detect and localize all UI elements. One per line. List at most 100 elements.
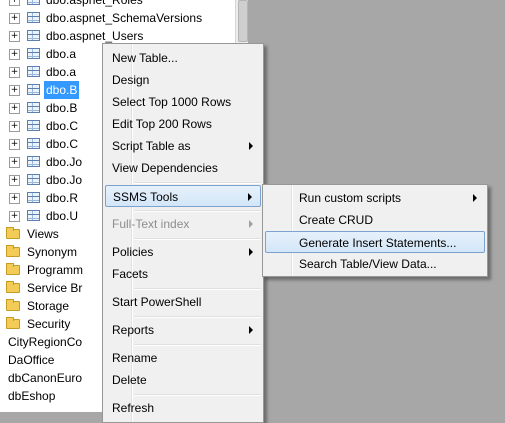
folder-icon <box>6 317 20 329</box>
tree-node-label: dbo.Jo <box>46 155 83 169</box>
menu-item-ssms-tools[interactable]: SSMS Tools <box>105 185 261 207</box>
menu-item-label: Design <box>112 73 150 87</box>
submenu-arrow-icon <box>249 248 253 256</box>
menu-item-label: Edit Top 200 Rows <box>112 117 212 131</box>
tree-node-label: dbo.B <box>44 81 80 99</box>
menu-item-label: Policies <box>112 245 154 259</box>
menu-item-label: Create CRUD <box>299 213 374 227</box>
menu-item-label: Refresh <box>112 401 155 415</box>
expand-icon[interactable]: + <box>9 13 20 24</box>
expand-icon[interactable]: + <box>9 121 20 132</box>
menu-separator <box>134 344 261 346</box>
menu-separator <box>134 394 261 396</box>
menu-item-edit-top-200[interactable]: Edit Top 200 Rows <box>105 113 261 135</box>
expand-icon[interactable]: + <box>9 49 20 60</box>
expand-icon[interactable]: + <box>9 85 20 96</box>
expand-icon[interactable]: + <box>9 139 20 150</box>
tree-node-label: Service Br <box>27 281 83 295</box>
expand-icon[interactable]: + <box>9 67 20 78</box>
tree-node-table[interactable]: + dbo.aspnet_SchemaVersions <box>0 9 235 27</box>
folder-icon <box>6 227 20 239</box>
menu-item-label: Script Table as <box>112 139 191 153</box>
expand-icon[interactable]: + <box>9 211 20 222</box>
tree-node-label: dbo.a <box>46 65 77 79</box>
table-icon <box>27 174 40 185</box>
tree-node-label: dbEshop <box>8 389 56 403</box>
menu-separator <box>134 316 261 318</box>
tree-node-label: Programm <box>27 263 84 277</box>
menu-item-refresh[interactable]: Refresh <box>105 397 261 419</box>
menu-item-view-dependencies[interactable]: View Dependencies <box>105 157 261 179</box>
menu-item-label: Start PowerShell <box>112 295 202 309</box>
table-icon <box>27 84 40 95</box>
expand-icon[interactable]: + <box>9 31 20 42</box>
menu-item-label: Generate Insert Statements... <box>299 236 457 250</box>
menu-item-label: SSMS Tools <box>113 190 179 204</box>
table-icon <box>27 12 40 23</box>
menu-item-start-powershell[interactable]: Start PowerShell <box>105 291 261 313</box>
expand-icon[interactable]: + <box>9 193 20 204</box>
submenu-arrow-icon <box>249 326 253 334</box>
menu-item-reports[interactable]: Reports <box>105 319 261 341</box>
menu-item-label: Facets <box>112 267 149 281</box>
menu-item-rename[interactable]: Rename <box>105 347 261 369</box>
table-icon <box>27 48 40 59</box>
menu-item-new-table[interactable]: New Table... <box>105 47 261 69</box>
menu-item-script-table-as[interactable]: Script Table as <box>105 135 261 157</box>
table-icon <box>27 66 40 77</box>
menu-item-design[interactable]: Design <box>105 69 261 91</box>
tree-node-label: Storage <box>27 299 70 313</box>
menu-item-search-table-view-data[interactable]: Search Table/View Data... <box>265 253 485 275</box>
tree-node-table[interactable]: + dbo.aspnet_Roles <box>0 0 235 9</box>
tree-node-label: dbo.Jo <box>46 173 83 187</box>
menu-separator <box>134 238 261 240</box>
folder-icon <box>6 299 20 311</box>
tree-node-label: dbo.B <box>46 101 78 115</box>
tree-node-label: dbo.aspnet_Roles <box>46 0 143 7</box>
table-context-menu: New Table... Design Select Top 1000 Rows… <box>102 43 264 423</box>
table-icon <box>27 156 40 167</box>
tree-node-label: DaOffice <box>8 353 55 367</box>
expand-icon[interactable]: + <box>9 0 20 6</box>
tree-node-label: dbo.C <box>46 119 79 133</box>
menu-item-label: Select Top 1000 Rows <box>112 95 232 109</box>
menu-item-label: New Table... <box>112 51 178 65</box>
menu-item-label: Rename <box>112 351 158 365</box>
expand-icon[interactable]: + <box>9 175 20 186</box>
menu-separator <box>134 288 261 290</box>
menu-item-full-text-index: Full-Text index <box>105 213 261 235</box>
menu-item-policies[interactable]: Policies <box>105 241 261 263</box>
expand-icon[interactable]: + <box>9 103 20 114</box>
menu-item-label: Search Table/View Data... <box>299 257 437 271</box>
tree-node-label: dbo.U <box>46 209 79 223</box>
table-icon <box>27 102 40 113</box>
tree-node-label: dbo.R <box>46 191 79 205</box>
table-icon <box>27 192 40 203</box>
table-icon <box>27 210 40 221</box>
table-icon <box>27 0 40 5</box>
scrollbar-thumb[interactable] <box>238 0 248 42</box>
menu-item-facets[interactable]: Facets <box>105 263 261 285</box>
folder-icon <box>6 245 20 257</box>
tree-node-label: CityRegionCo <box>8 335 83 349</box>
menu-item-label: Delete <box>112 373 147 387</box>
menu-item-create-crud[interactable]: Create CRUD <box>265 209 485 231</box>
tree-node-label: Views <box>27 227 59 241</box>
expand-icon[interactable]: + <box>9 157 20 168</box>
tree-node-label: Synonym <box>27 245 78 259</box>
ssms-tools-submenu: Run custom scripts Create CRUD Generate … <box>262 184 488 277</box>
menu-separator <box>134 182 261 184</box>
menu-item-generate-insert-statements[interactable]: Generate Insert Statements... <box>265 231 485 253</box>
table-icon <box>27 120 40 131</box>
menu-item-select-top-1000[interactable]: Select Top 1000 Rows <box>105 91 261 113</box>
folder-icon <box>6 281 20 293</box>
tree-node-label: Security <box>27 317 71 331</box>
menu-item-label: Run custom scripts <box>299 191 402 205</box>
tree-node-label: dbCanonEuro <box>8 371 83 385</box>
tree-node-label: dbo.aspnet_SchemaVersions <box>46 11 203 25</box>
tree-node-label: dbo.a <box>46 47 77 61</box>
submenu-arrow-icon <box>473 194 477 202</box>
menu-item-label: Reports <box>112 323 155 337</box>
menu-item-delete[interactable]: Delete <box>105 369 261 391</box>
menu-item-run-custom-scripts[interactable]: Run custom scripts <box>265 187 485 209</box>
